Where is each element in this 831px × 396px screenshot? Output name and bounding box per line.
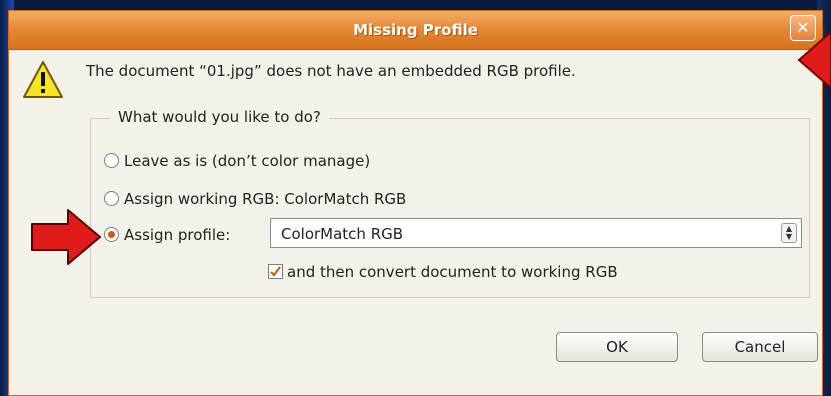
options-legend: What would you like to do? — [110, 108, 329, 126]
radio-button[interactable] — [104, 153, 119, 168]
radio-label: Assign working RGB: ColorMatch RGB — [124, 190, 407, 208]
cancel-button[interactable]: Cancel — [702, 332, 818, 362]
updown-arrows-icon: ▲ ▼ — [781, 223, 797, 243]
ok-button[interactable]: OK — [556, 332, 678, 362]
profile-select-value: ColorMatch RGB — [281, 225, 404, 243]
radio-leave-as-is[interactable]: Leave as is (don’t color manage) — [104, 152, 370, 170]
radio-label: Assign profile: — [124, 226, 231, 244]
titlebar: Missing Profile ✕ — [9, 11, 822, 50]
annotation-arrow-top — [797, 30, 831, 90]
convert-checkbox[interactable] — [268, 264, 283, 279]
dialog-title: Missing Profile — [353, 21, 478, 39]
warning-icon — [23, 61, 63, 98]
checkmark-icon — [270, 266, 281, 277]
convert-checkbox-row[interactable]: and then convert document to working RGB — [268, 263, 618, 281]
radio-label: Leave as is (don’t color manage) — [124, 152, 371, 170]
radio-assign-profile[interactable]: Assign profile: — [104, 226, 230, 244]
radio-assign-working-rgb[interactable]: Assign working RGB: ColorMatch RGB — [104, 190, 406, 208]
profile-message: The document “01.jpg” does not have an e… — [86, 62, 576, 80]
radio-button[interactable] — [104, 191, 119, 206]
radio-button-selected[interactable] — [104, 227, 119, 242]
annotation-arrow-left — [31, 209, 101, 265]
convert-checkbox-label: and then convert document to working RGB — [287, 263, 618, 281]
profile-select[interactable]: ColorMatch RGB ▲ ▼ — [270, 218, 802, 248]
